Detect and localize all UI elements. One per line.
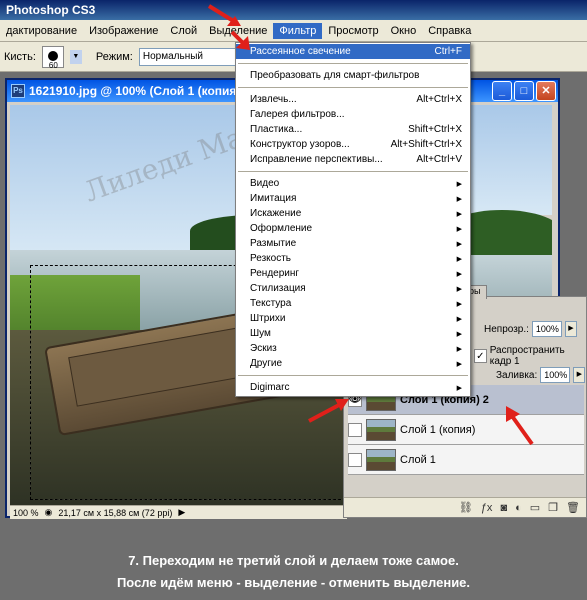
fill-input[interactable]: 100% [540,367,571,383]
submenu-arrow-icon: ▶ [456,360,462,368]
menu-separator [238,375,468,376]
brush-preset-picker[interactable]: 60 [41,45,64,70]
propagate-checkbox[interactable]: ✓ [474,349,487,363]
trash-icon[interactable]: 🗑 [566,501,580,514]
tutorial-caption: 7. Переходим не третий слой и делаем тож… [0,520,587,600]
layer-name: Слой 1 [400,453,436,466]
caption-line-2: После идём меню - выделение - отменить в… [116,575,471,590]
menu-separator [238,87,468,88]
submenu-arrow-icon: ▶ [456,210,462,218]
submenu-arrow-icon: ▶ [456,285,462,293]
layer-mask-icon[interactable]: ◙ [500,502,507,514]
menu-item-noise[interactable]: Шум ▶ [236,326,470,341]
submenu-arrow-icon: ▶ [456,255,462,263]
menu-view[interactable]: Просмотр [322,23,384,39]
menu-select[interactable]: Выделение [203,23,273,39]
caption-line-1: 7. Переходим не третий слой и делаем тож… [128,553,459,568]
propagate-label: Распространить кадр 1 [489,345,565,367]
app-title: Photoshop CS3 [6,3,96,17]
fill-control: Заливка: 100% ▶ [496,367,586,383]
submenu-arrow-icon: ▶ [456,270,462,278]
filter-menu-dropdown: Рассеянное свечение Ctrl+F Преобразовать … [235,42,471,397]
menu-item-artistic[interactable]: Имитация ▶ [236,191,470,206]
menu-image[interactable]: Изображение [83,23,164,39]
opacity-control: Непрозр.: 100% ▶ [484,321,577,337]
layer-name: Слой 1 (копия) [400,423,476,436]
menu-item-liquify[interactable]: Пластика... Shift+Ctrl+X [236,122,470,137]
submenu-arrow-icon: ▶ [456,315,462,323]
menu-edit[interactable]: дактирование [0,23,83,39]
status-menu-arrow-icon[interactable]: ▶ [178,507,185,518]
menu-layer[interactable]: Слой [164,23,203,39]
menu-window[interactable]: Окно [385,23,423,39]
layer-row[interactable]: Слой 1 [348,445,584,475]
menu-item-filter-gallery[interactable]: Галерея фильтров... [236,107,470,122]
menu-item-sketch[interactable]: Эскиз ▶ [236,341,470,356]
menu-item-sharpen[interactable]: Резкость ▶ [236,251,470,266]
close-icon[interactable]: ✕ [536,81,556,101]
menu-item-stylize[interactable]: Стилизация ▶ [236,281,470,296]
menu-item-pixelate[interactable]: Оформление ▶ [236,221,470,236]
submenu-arrow-icon: ▶ [456,300,462,308]
visibility-toggle-icon[interactable] [348,422,362,437]
fill-arrow-icon[interactable]: ▶ [573,367,586,383]
layer-style-icon[interactable]: ƒx [481,502,493,514]
submenu-arrow-icon: ▶ [456,195,462,203]
layers-list: 👁 Слой 1 (копия) 2 Слой 1 (копия) Слой 1 [348,385,584,475]
menu-separator [238,63,468,64]
visibility-toggle-icon[interactable] [348,452,362,467]
adjustment-layer-icon[interactable]: ◐ [515,502,522,514]
menu-item-blur[interactable]: Размытие ▶ [236,236,470,251]
submenu-arrow-icon: ▶ [456,180,462,188]
document-info: 21,17 см x 15,88 см (72 ppi) [58,507,173,518]
submenu-arrow-icon: ▶ [456,330,462,338]
photoshop-doc-icon: Ps [11,84,25,98]
menu-item-video[interactable]: Видео ▶ [236,176,470,191]
menu-item-render[interactable]: Рендеринг ▶ [236,266,470,281]
layer-thumbnail [366,418,396,441]
brush-dropdown-arrow-icon[interactable]: ▼ [69,49,82,64]
brush-size: 60 [48,60,58,70]
menu-help[interactable]: Справка [422,23,477,39]
mode-value: Нормальный [142,51,203,62]
submenu-arrow-icon: ▶ [456,345,462,353]
menu-item-texture[interactable]: Текстура ▶ [236,296,470,311]
menu-item-distort[interactable]: Искажение ▶ [236,206,470,221]
new-group-icon[interactable]: ▭ [530,501,540,514]
menu-item-vanishing-point[interactable]: Исправление перспективы... Alt+Ctrl+V [236,152,470,167]
submenu-arrow-icon: ▶ [456,225,462,233]
zoom-level[interactable]: 100 % [13,508,39,518]
mode-label: Режим: [95,50,133,63]
menu-bar: дактирование Изображение Слой Выделение … [0,20,587,42]
fill-label: Заливка: [496,369,538,381]
new-layer-icon[interactable]: ❐ [548,501,558,514]
menu-item-pattern-maker[interactable]: Конструктор узоров... Alt+Shift+Ctrl+X [236,137,470,152]
layers-footer: ⛓ ƒx ◙ ◐ ▭ ❐ 🗑 [344,497,586,517]
submenu-arrow-icon: ▶ [456,384,462,392]
minimize-icon[interactable]: _ [492,81,512,101]
menu-filter[interactable]: Фильтр [273,22,323,39]
window-controls: _ □ ✕ [492,81,556,101]
submenu-arrow-icon: ▶ [456,240,462,248]
menu-item-other[interactable]: Другие ▶ [236,356,470,371]
layer-row[interactable]: Слой 1 (копия) [348,415,584,445]
document-title: 1621910.jpg @ 100% (Слой 1 (копия [29,84,237,98]
opacity-input[interactable]: 100% [531,321,562,337]
menu-item-extract[interactable]: Извлечь... Alt+Ctrl+X [236,92,470,107]
link-layers-icon[interactable]: ⛓ [459,501,473,514]
brush-label: Кисть: [4,50,36,63]
opacity-arrow-icon[interactable]: ▶ [564,321,577,337]
document-status-bar: 100 % ◉ 21,17 см x 15,88 см (72 ppi) ▶ [10,505,347,519]
status-info-icon[interactable]: ◉ [45,507,53,518]
menu-item-convert-smart[interactable]: Преобразовать для смарт-фильтров [236,68,470,83]
menu-item-digimarc[interactable]: Digimarc ▶ [236,380,470,395]
layer-thumbnail [366,448,396,471]
propagate-control: ✓ Распространить кадр 1 [474,345,586,367]
app-title-bar: Photoshop CS3 [0,0,587,20]
maximize-icon[interactable]: □ [514,81,534,101]
menu-separator [238,171,468,172]
opacity-label: Непрозр.: [484,323,529,335]
menu-item-brush-strokes[interactable]: Штрихи ▶ [236,311,470,326]
menu-item-last-filter[interactable]: Рассеянное свечение Ctrl+F [236,44,470,59]
